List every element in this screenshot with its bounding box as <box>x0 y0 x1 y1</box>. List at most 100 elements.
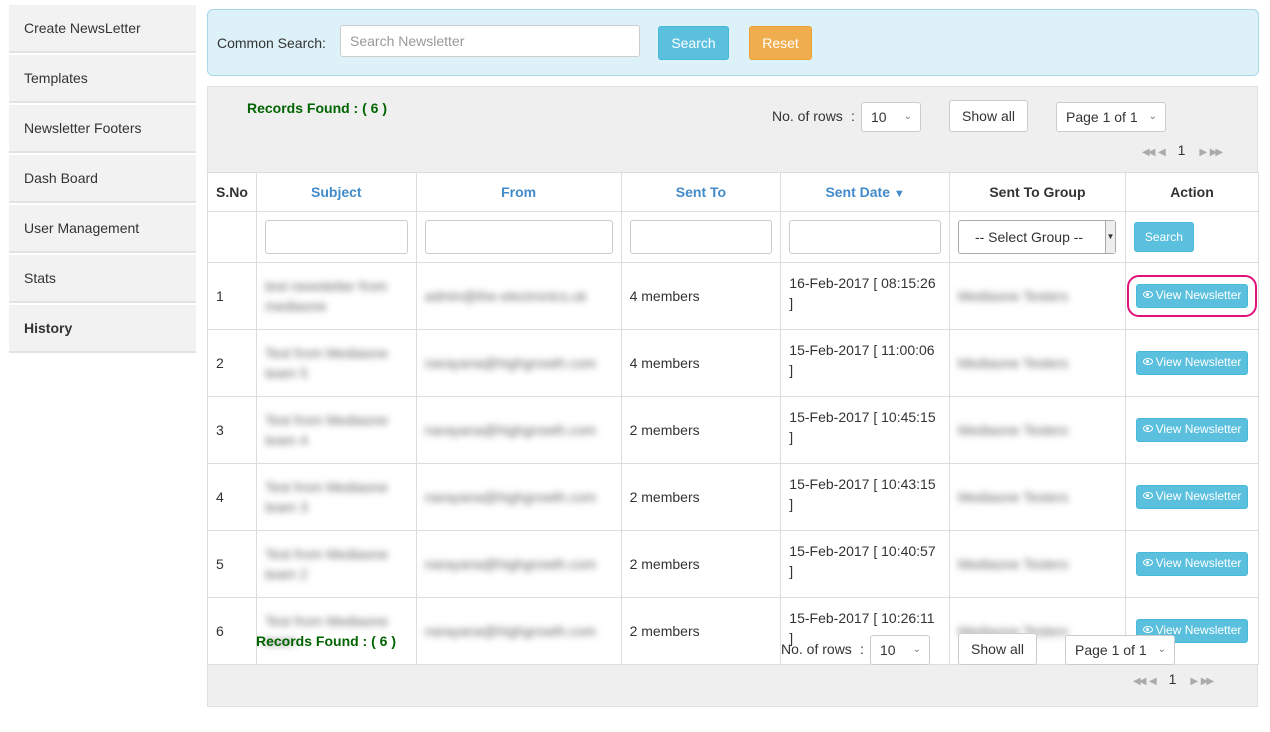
chevron-down-icon: ▼ <box>1104 221 1115 253</box>
subject-text: Test from Mediaone team 4 <box>264 412 388 448</box>
from-text: narayana@highgrowth.com <box>424 422 597 438</box>
header-sent-to-group: Sent To Group <box>948 172 1126 212</box>
last-page-icon[interactable]: ▶▶ <box>1210 147 1223 158</box>
first-page-icon[interactable]: ◀◀ <box>1133 676 1146 687</box>
table-row: 2 Test from Mediaone team 5 narayana@highg… <box>207 329 1260 397</box>
view-newsletter-button[interactable]: View Newsletter <box>1135 485 1249 509</box>
cell-sent-to: 4 members <box>620 329 782 397</box>
cell-sent-date: 15-Feb-2017 [ 10:40:57 ] <box>780 530 950 598</box>
header-action: Action <box>1124 172 1260 212</box>
group-filter-select[interactable]: -- Select Group -- ▼ <box>957 220 1116 254</box>
prev-page-icon[interactable]: ◀ <box>1157 147 1166 158</box>
cell-action: View Newsletter <box>1124 463 1260 531</box>
cell-sent-date: 15-Feb-2017 [ 10:43:15 ] <box>780 463 950 531</box>
view-newsletter-button[interactable]: View Newsletter <box>1135 418 1249 442</box>
eye-icon <box>1142 291 1153 299</box>
search-newsletter-input[interactable] <box>340 25 640 57</box>
cell-group: Mediaone Testers <box>948 262 1126 330</box>
eye-icon <box>1142 626 1153 634</box>
sort-desc-icon: ▼ <box>893 188 905 200</box>
header-sno: S.No <box>207 172 257 212</box>
filter-row: -- Select Group -- ▼ Search <box>207 211 1260 263</box>
sidebar-item-templates[interactable]: Templates <box>9 55 196 103</box>
cell-subject: Test from Mediaone team 5 <box>255 329 417 397</box>
cell-sno: 6 <box>207 597 257 665</box>
view-newsletter-button[interactable]: View Newsletter <box>1135 351 1249 375</box>
sent-to-filter-input[interactable] <box>629 220 773 254</box>
view-newsletter-label: View Newsletter <box>1155 355 1242 369</box>
view-newsletter-label: View Newsletter <box>1155 288 1242 302</box>
table-row: 5 Test from Mediaone team 2 narayana@highg… <box>207 530 1260 598</box>
cell-subject: test newsletter from mediaone <box>255 262 417 330</box>
pager-top: ◀◀ ◀ 1 ▶ ▶▶ <box>1142 142 1223 158</box>
cell-sent-date: 15-Feb-2017 [ 10:45:15 ] <box>780 396 950 464</box>
current-page-number[interactable]: 1 <box>1169 671 1177 687</box>
next-page-icon[interactable]: ▶ <box>1190 676 1198 687</box>
cell-sent-to: 4 members <box>620 262 782 330</box>
next-page-icon[interactable]: ▶ <box>1199 147 1207 158</box>
cell-group: Mediaone Testers <box>948 329 1126 397</box>
cell-action: View Newsletter <box>1124 262 1260 330</box>
show-all-button-bottom[interactable]: Show all <box>958 633 1037 665</box>
cell-sent-date: 16-Feb-2017 [ 08:15:26 ] <box>780 262 950 330</box>
page-select-top[interactable]: Page 1 of 1 ⌄ <box>1056 102 1166 132</box>
prev-page-icon[interactable]: ◀ <box>1148 676 1157 687</box>
header-subject[interactable]: Subject <box>255 172 417 212</box>
view-newsletter-label: View Newsletter <box>1155 422 1242 436</box>
header-sent-to[interactable]: Sent To <box>620 172 782 212</box>
cell-sno: 1 <box>207 262 257 330</box>
first-page-icon[interactable]: ◀◀ <box>1142 147 1155 158</box>
cell-from: admin@the-electronics.uk <box>415 262 622 330</box>
rows-per-page-select-top[interactable]: 10 ⌄ <box>861 102 921 132</box>
sidebar-item-stats[interactable]: Stats <box>9 255 196 303</box>
from-text: narayana@highgrowth.com <box>424 556 597 572</box>
sidebar-item-dashboard[interactable]: Dash Board <box>9 155 196 203</box>
subject-text: Test from Mediaone team 5 <box>264 345 388 381</box>
current-page-number[interactable]: 1 <box>1178 142 1186 158</box>
view-newsletter-label: View Newsletter <box>1155 489 1242 503</box>
group-text: Mediaone Testers <box>957 288 1069 304</box>
cell-sent-to: 2 members <box>620 463 782 531</box>
subject-filter-input[interactable] <box>264 220 408 254</box>
sidebar-item-create-newsletter[interactable]: Create NewsLetter <box>9 5 196 53</box>
cell-from: narayana@highgrowth.com <box>415 530 622 598</box>
view-newsletter-button[interactable]: View Newsletter <box>1135 552 1249 576</box>
rows-per-page-value: 10 <box>880 642 896 658</box>
from-text: admin@the-electronics.uk <box>424 288 587 304</box>
page-select-value: Page 1 of 1 <box>1075 642 1147 658</box>
cell-from: narayana@highgrowth.com <box>415 396 622 464</box>
sidebar-item-newsletter-footers[interactable]: Newsletter Footers <box>9 105 196 153</box>
cell-sent-date: 15-Feb-2017 [ 11:00:06 ] <box>780 329 950 397</box>
history-table: S.No Subject From Sent To Sent Date ▼ Se… <box>207 172 1260 665</box>
eye-icon <box>1142 425 1153 433</box>
reset-button[interactable]: Reset <box>749 26 812 60</box>
filter-search-button[interactable]: Search <box>1133 222 1194 252</box>
chevron-down-icon: ⌄ <box>1157 644 1166 655</box>
subject-text: Test from Mediaone team 3 <box>264 479 388 515</box>
last-page-icon[interactable]: ▶▶ <box>1201 676 1214 687</box>
sidebar-item-user-management[interactable]: User Management <box>9 205 196 253</box>
group-text: Mediaone Testers <box>957 489 1069 505</box>
eye-icon <box>1142 559 1153 567</box>
eye-icon <box>1142 358 1153 366</box>
page-select-bottom[interactable]: Page 1 of 1 ⌄ <box>1065 635 1175 665</box>
sidebar-item-history[interactable]: History <box>9 305 196 353</box>
view-newsletter-button[interactable]: View Newsletter <box>1126 275 1258 317</box>
header-sent-date[interactable]: Sent Date ▼ <box>780 172 950 212</box>
rows-separator-bottom: : <box>860 641 864 657</box>
chevron-down-icon: ⌄ <box>912 644 921 655</box>
rows-per-page-select-bottom[interactable]: 10 ⌄ <box>870 635 930 665</box>
cell-action: View Newsletter <box>1124 530 1260 598</box>
cell-sent-to: 2 members <box>620 530 782 598</box>
from-filter-input[interactable] <box>424 220 613 254</box>
table-row: 4 Test from Mediaone team 3 narayana@highg… <box>207 463 1260 531</box>
search-button[interactable]: Search <box>658 26 729 60</box>
cell-sno: 2 <box>207 329 257 397</box>
table-row: 3 Test from Mediaone team 4 narayana@highg… <box>207 396 1260 464</box>
show-all-button-top[interactable]: Show all <box>949 100 1028 132</box>
chevron-down-icon: ⌄ <box>1148 111 1157 122</box>
header-from[interactable]: From <box>415 172 622 212</box>
chevron-down-icon: ⌄ <box>903 111 912 122</box>
sent-date-filter-input[interactable] <box>789 220 941 254</box>
group-text: Mediaone Testers <box>957 556 1069 572</box>
